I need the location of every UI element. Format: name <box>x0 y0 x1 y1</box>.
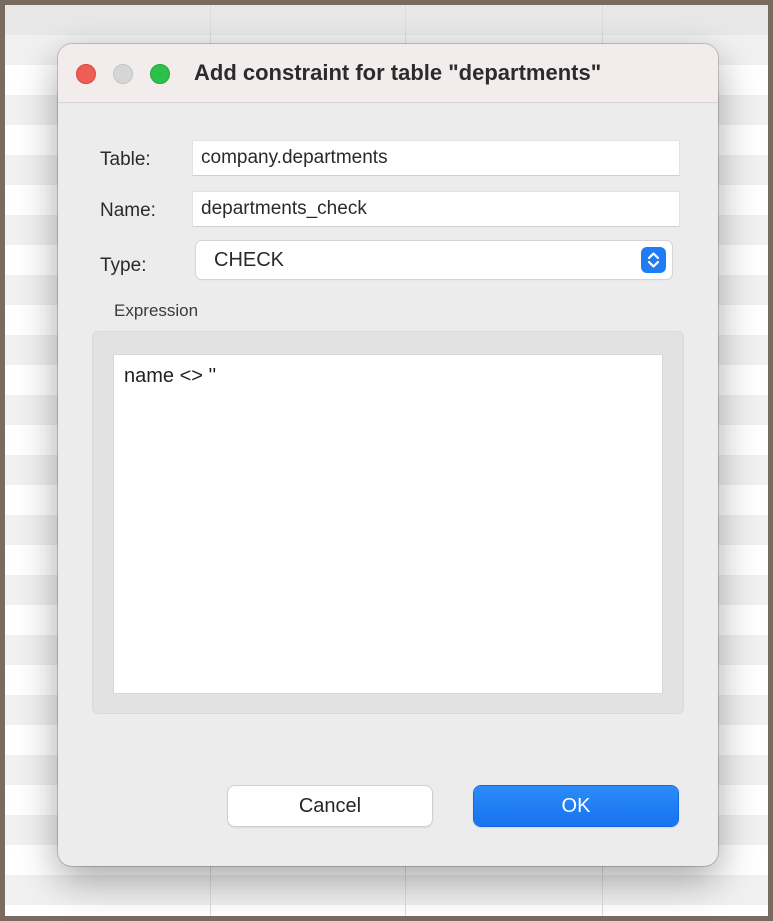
name-label: Name: <box>100 200 156 221</box>
background-header-row <box>5 5 768 35</box>
minimize-icon[interactable] <box>113 64 133 84</box>
expression-section-label: Expression <box>114 301 199 320</box>
close-icon[interactable] <box>76 64 96 84</box>
table-label: Table: <box>100 149 151 170</box>
maximize-icon[interactable] <box>150 64 170 84</box>
window-title: Add constraint for table "departments" <box>194 60 602 85</box>
table-field[interactable] <box>192 140 680 176</box>
name-field[interactable] <box>192 191 680 227</box>
cancel-button[interactable]: Cancel <box>228 786 432 826</box>
add-constraint-dialog: Add constraint for table "departments" T… <box>58 44 718 866</box>
title-bar: Add constraint for table "departments" <box>58 44 718 103</box>
type-label: Type: <box>100 255 147 276</box>
expression-group: name <> '' <box>92 331 684 714</box>
type-select-value: CHECK <box>214 249 285 271</box>
expression-editor[interactable]: name <> '' <box>113 354 663 694</box>
type-select[interactable]: CHECK <box>196 241 672 279</box>
ok-button[interactable]: OK <box>474 786 678 826</box>
chevron-up-down-icon <box>641 247 666 273</box>
